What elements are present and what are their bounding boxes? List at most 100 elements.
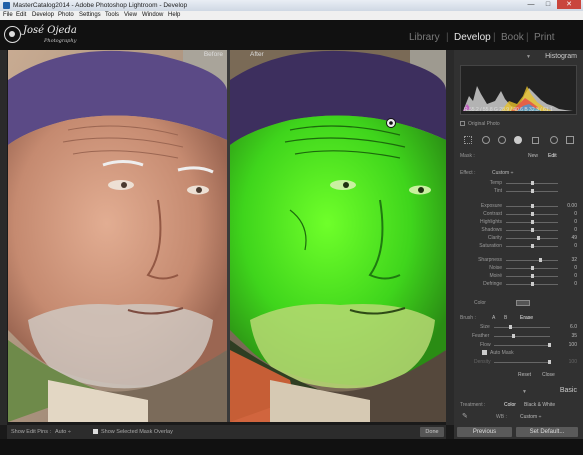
menu-settings[interactable]: Settings: [79, 12, 101, 18]
spot-removal-icon[interactable]: [482, 136, 490, 144]
show-edit-pins-select[interactable]: Auto ÷: [55, 429, 71, 435]
brush-feather-slider[interactable]: [494, 334, 550, 338]
menu-window[interactable]: Window: [142, 12, 163, 18]
slider-knob[interactable]: [531, 181, 534, 185]
menu-photo[interactable]: Photo: [58, 12, 74, 18]
module-develop[interactable]: Develop: [454, 32, 491, 43]
effect-slider-track[interactable]: [506, 204, 558, 208]
slider-knob[interactable]: [531, 212, 534, 216]
done-button[interactable]: Done: [420, 427, 444, 437]
effect-slider-value[interactable]: 0: [574, 243, 577, 249]
slider-knob[interactable]: [539, 258, 542, 262]
slider-knob[interactable]: [531, 189, 534, 193]
treatment-bw-option[interactable]: Black & White: [524, 402, 555, 408]
maximize-button[interactable]: □: [540, 0, 556, 9]
set-default-button[interactable]: Set Default...: [516, 427, 578, 437]
effect-slider-value[interactable]: 32: [571, 257, 577, 263]
slider-knob[interactable]: [548, 343, 551, 347]
effect-slider-track[interactable]: [506, 258, 558, 262]
minimize-button[interactable]: —: [523, 0, 539, 9]
module-print[interactable]: Print: [534, 32, 555, 43]
effect-slider-value[interactable]: 0: [574, 227, 577, 233]
menu-develop[interactable]: Develop: [32, 12, 54, 18]
module-separator: |: [526, 32, 529, 43]
menu-help[interactable]: Help: [168, 12, 180, 18]
menu-file[interactable]: File: [3, 12, 13, 18]
brush-density-slider[interactable]: [494, 360, 551, 364]
previous-button[interactable]: Previous: [457, 427, 512, 437]
effect-slider-value[interactable]: 0: [574, 265, 577, 271]
effect-slider-value[interactable]: 0: [574, 211, 577, 217]
slider-knob[interactable]: [531, 274, 534, 278]
original-photo-checkbox[interactable]: [460, 121, 465, 126]
slider-knob[interactable]: [531, 204, 534, 208]
close-tool-button[interactable]: Close: [542, 372, 555, 378]
brush-a-tab[interactable]: A: [492, 315, 495, 321]
brush-density-value[interactable]: 100: [569, 359, 577, 365]
effect-slider-track[interactable]: [506, 282, 558, 286]
effect-slider-track[interactable]: [506, 212, 558, 216]
before-image[interactable]: Before: [8, 50, 227, 422]
effect-slider-track[interactable]: [506, 189, 558, 193]
brush-feather-value[interactable]: 35: [571, 333, 577, 339]
color-swatch[interactable]: [516, 300, 530, 306]
radial-filter-icon[interactable]: [550, 136, 558, 144]
red-eye-icon[interactable]: [498, 136, 506, 144]
crop-tool-icon[interactable]: [464, 136, 472, 144]
mask-new-button[interactable]: New: [528, 153, 538, 159]
slider-knob[interactable]: [531, 220, 534, 224]
mask-overlay-checkbox[interactable]: [93, 429, 98, 434]
brush-flow-value[interactable]: 100: [569, 342, 577, 348]
effect-slider-track[interactable]: [506, 220, 558, 224]
slider-knob[interactable]: [509, 325, 512, 329]
effect-slider-value[interactable]: 0: [574, 273, 577, 279]
basic-panel-title[interactable]: Basic: [560, 387, 577, 394]
slider-knob[interactable]: [512, 334, 515, 338]
slider-knob[interactable]: [548, 360, 551, 364]
eyedropper-icon[interactable]: ✎: [462, 412, 468, 420]
module-library[interactable]: Library: [409, 32, 440, 43]
brush-flow-slider[interactable]: [494, 343, 551, 347]
slider-knob[interactable]: [531, 282, 534, 286]
after-image[interactable]: After: [230, 50, 446, 422]
menu-view[interactable]: View: [124, 12, 137, 18]
slider-knob[interactable]: [537, 236, 540, 240]
effect-slider-track[interactable]: [506, 244, 558, 248]
effect-slider-track[interactable]: [506, 236, 558, 240]
effect-slider-track[interactable]: [506, 181, 558, 185]
brush-erase-tab[interactable]: Erase: [520, 315, 533, 321]
left-panel-collapsed[interactable]: [0, 50, 7, 425]
wb-select[interactable]: Custom ÷: [520, 414, 541, 420]
slider-knob[interactable]: [531, 244, 534, 248]
slider-knob[interactable]: [531, 228, 534, 232]
reset-button[interactable]: Reset: [518, 372, 531, 378]
effect-slider-value[interactable]: 49: [571, 235, 577, 241]
graduated-filter-icon[interactable]: [532, 137, 539, 144]
effect-slider-track[interactable]: [506, 274, 558, 278]
histogram-title[interactable]: Histogram: [545, 53, 577, 60]
brush-b-tab[interactable]: B: [504, 315, 507, 321]
effect-slider-value[interactable]: 0: [574, 219, 577, 225]
effect-preset-select[interactable]: Custom ÷: [492, 170, 513, 176]
treatment-color-option[interactable]: Color: [504, 402, 516, 408]
effect-slider-track[interactable]: [506, 266, 558, 270]
histogram-collapse-icon[interactable]: ▼: [526, 54, 531, 60]
menu-edit[interactable]: Edit: [16, 12, 26, 18]
auto-mask-checkbox[interactable]: [482, 350, 487, 355]
menu-tools[interactable]: Tools: [105, 12, 119, 18]
basic-collapse-icon[interactable]: ▼: [522, 389, 527, 395]
effect-slider-value[interactable]: 0: [574, 281, 577, 287]
effect-slider-track[interactable]: [506, 228, 558, 232]
histogram-graph[interactable]: R 55.2 / 55.8 G 28.9 / 40.6 B 32.3 / 61.…: [460, 65, 577, 115]
filmstrip-collapsed[interactable]: [0, 439, 583, 455]
brush-size-slider[interactable]: [494, 325, 550, 329]
effect-slider-value[interactable]: 0.00: [567, 203, 577, 209]
adjustment-brush-tool-icon[interactable]: [514, 136, 522, 144]
brush-size-value[interactable]: 6.0: [570, 324, 577, 330]
mask-edit-button[interactable]: Edit: [548, 153, 557, 159]
adjustment-brush-pin-icon[interactable]: [386, 118, 396, 128]
slider-knob[interactable]: [531, 266, 534, 270]
module-book[interactable]: Book: [501, 32, 524, 43]
graduated-filter-icon[interactable]: [566, 136, 574, 144]
close-window-button[interactable]: ✕: [557, 0, 581, 9]
